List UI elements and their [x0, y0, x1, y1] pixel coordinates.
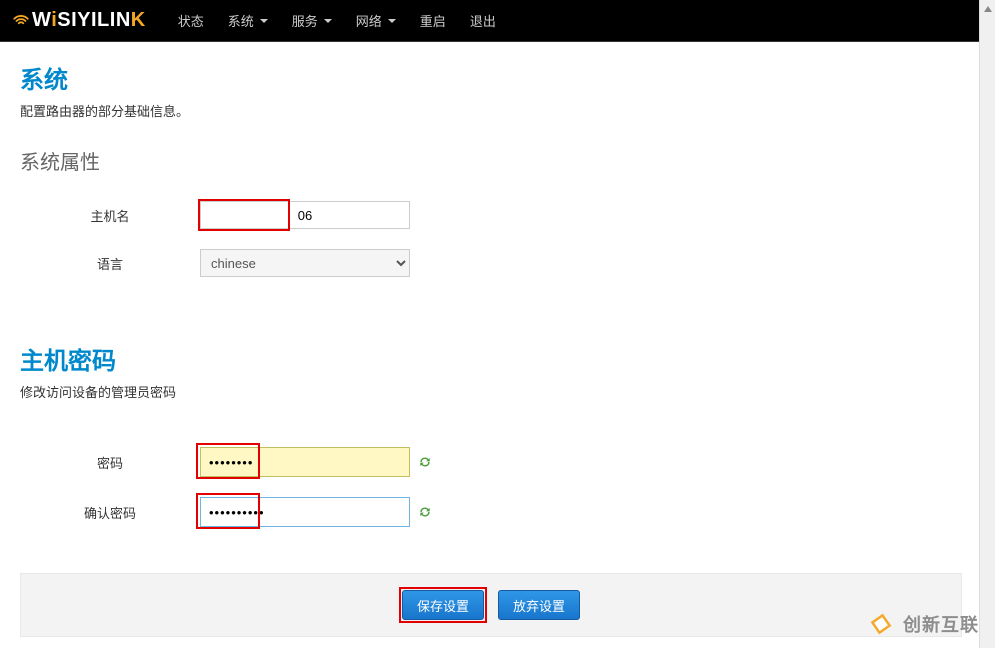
- password-desc: 修改访问设备的管理员密码: [20, 382, 960, 401]
- nav-reboot[interactable]: 重启: [408, 1, 458, 40]
- refresh-icon[interactable]: [418, 505, 432, 519]
- confirm-password-label: 确认密码: [20, 503, 200, 522]
- main-content: 系统 配置路由器的部分基础信息。 系统属性 主机名 语言 chinese 主机密…: [0, 42, 960, 637]
- save-button[interactable]: 保存设置: [402, 590, 484, 620]
- hostname-input[interactable]: [200, 201, 410, 229]
- watermark-text: 创新互联: [903, 611, 979, 637]
- caret-icon: [388, 19, 396, 23]
- hostname-label: 主机名: [20, 206, 200, 225]
- password-row: 密码: [20, 447, 960, 477]
- system-desc: 配置路由器的部分基础信息。: [20, 101, 960, 120]
- nav-status[interactable]: 状态: [166, 1, 216, 40]
- watermark-icon: [867, 610, 895, 638]
- caret-icon: [324, 19, 332, 23]
- system-title: 系统: [20, 60, 960, 95]
- system-props-heading: 系统属性: [20, 146, 960, 175]
- nav-network[interactable]: 网络: [344, 1, 408, 40]
- scrollbar[interactable]: [979, 0, 995, 648]
- watermark: 创新互联: [867, 610, 979, 638]
- caret-icon: [260, 19, 268, 23]
- nav-logout[interactable]: 退出: [458, 1, 508, 40]
- password-label: 密码: [20, 453, 200, 472]
- nav-services[interactable]: 服务: [280, 1, 344, 40]
- discard-button[interactable]: 放弃设置: [498, 590, 580, 620]
- nav-system[interactable]: 系统: [216, 1, 280, 40]
- refresh-icon[interactable]: [418, 455, 432, 469]
- language-label: 语言: [20, 254, 200, 273]
- confirm-password-row: 确认密码: [20, 497, 960, 527]
- wifi-icon: [12, 12, 30, 30]
- scroll-up-icon[interactable]: [980, 0, 995, 18]
- footer-bar: 保存设置 放弃设置: [20, 573, 962, 637]
- hostname-row: 主机名: [20, 201, 960, 229]
- password-title: 主机密码: [20, 341, 960, 376]
- brand-text: WiSIYILINK: [32, 9, 146, 32]
- password-input[interactable]: [200, 447, 410, 477]
- language-select[interactable]: chinese: [200, 249, 410, 277]
- language-row: 语言 chinese: [20, 249, 960, 277]
- nav-items: 状态 系统 服务 网络 重启 退出: [166, 1, 508, 40]
- top-navbar: WiSIYILINK 状态 系统 服务 网络 重启 退出: [0, 0, 995, 42]
- confirm-password-input[interactable]: [200, 497, 410, 527]
- brand-logo: WiSIYILINK: [12, 9, 146, 32]
